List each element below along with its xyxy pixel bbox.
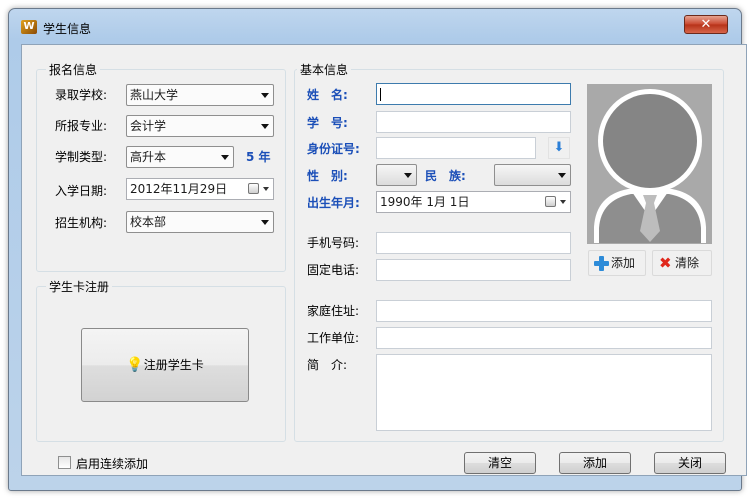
title-bar[interactable]: W 学生信息 ✕: [9, 9, 741, 36]
clear-photo-button[interactable]: ✖ 清除: [652, 250, 712, 276]
student-number-label: 学 号:: [307, 116, 348, 130]
name-field[interactable]: [376, 83, 571, 105]
app-icon: W: [21, 20, 37, 34]
mobile-label: 手机号码:: [307, 236, 360, 250]
study-type-select[interactable]: 高升本: [126, 146, 234, 168]
birth-date-picker[interactable]: 1990年 1月 1日: [376, 191, 571, 213]
landline-field[interactable]: [376, 259, 571, 281]
enroll-date-picker[interactable]: 2012年11月29日: [126, 178, 274, 200]
avatar-placeholder-icon: [588, 85, 711, 243]
study-type-label: 学制类型:: [55, 150, 108, 164]
basic-info-group-label: 基本信息: [297, 61, 352, 78]
enroll-date-value: 2012年11月29日: [130, 182, 228, 196]
birth-date-value: 1990年 1月 1日: [380, 195, 470, 209]
major-select[interactable]: 会计学: [126, 115, 274, 137]
text-caret: [380, 88, 381, 101]
address-field[interactable]: [376, 300, 712, 322]
ethnic-select[interactable]: [494, 164, 571, 186]
school-select[interactable]: 燕山大学: [126, 84, 274, 106]
chevron-down-icon: [558, 173, 566, 178]
student-card-group-label: 学生卡注册: [46, 278, 113, 295]
window-title: 学生信息: [43, 22, 92, 36]
close-button[interactable]: 关闭: [654, 452, 726, 474]
mobile-field[interactable]: [376, 232, 571, 254]
continuous-add-label[interactable]: 启用连续添加: [76, 455, 148, 472]
chevron-down-icon: [261, 124, 269, 129]
gender-label: 性 别:: [307, 169, 348, 183]
student-info-window: W 学生信息 ✕ 报名信息 录取学校: 燕山大学 所报专业: 会计学 学制类型:…: [8, 8, 747, 491]
enroll-date-label: 入学日期:: [55, 184, 108, 198]
chevron-down-icon[interactable]: [560, 200, 566, 204]
add-photo-label: 添加: [611, 256, 636, 270]
photo-frame: [587, 84, 712, 244]
org-select[interactable]: 校本部: [126, 211, 274, 233]
landline-label: 固定电话:: [307, 263, 360, 277]
add-button[interactable]: 添加: [559, 452, 631, 474]
calendar-icon[interactable]: [248, 183, 259, 194]
id-card-label: 身份证号:: [307, 142, 360, 156]
gender-select[interactable]: [376, 164, 417, 186]
enroll-info-group-label: 报名信息: [46, 61, 101, 78]
birth-date-label: 出生年月:: [307, 196, 360, 210]
close-icon: ✖: [659, 254, 672, 272]
chevron-down-icon[interactable]: [263, 187, 269, 191]
id-card-field[interactable]: [376, 137, 536, 159]
name-label: 姓 名:: [307, 88, 348, 102]
register-card-label: 注册学生卡: [143, 358, 204, 372]
work-unit-field[interactable]: [376, 327, 712, 349]
add-photo-button[interactable]: 添加: [588, 250, 646, 276]
continuous-add-checkbox[interactable]: [58, 456, 71, 469]
major-select-value: 会计学: [130, 119, 167, 133]
chevron-down-icon: [404, 173, 412, 178]
calendar-icon[interactable]: [545, 196, 556, 207]
lightbulb-icon: 💡: [126, 357, 144, 373]
school-select-value: 燕山大学: [130, 88, 179, 102]
work-unit-label: 工作单位:: [307, 331, 360, 345]
close-window-button[interactable]: ✕: [684, 15, 728, 34]
student-number-field[interactable]: [376, 111, 571, 133]
years-text: 5 年: [246, 150, 271, 164]
address-label: 家庭住址:: [307, 304, 360, 318]
clear-all-button[interactable]: 清空: [464, 452, 536, 474]
org-select-value: 校本部: [130, 215, 167, 229]
register-card-button[interactable]: 💡注册学生卡: [81, 328, 249, 402]
chevron-down-icon: [261, 220, 269, 225]
chevron-down-icon: [221, 155, 229, 160]
school-label: 录取学校:: [55, 88, 108, 102]
org-label: 招生机构:: [55, 216, 108, 230]
intro-label: 简 介:: [307, 358, 348, 372]
chevron-down-icon: [261, 93, 269, 98]
plus-icon: [594, 256, 609, 271]
study-type-select-value: 高升本: [130, 150, 167, 164]
ethnic-label: 民 族:: [425, 169, 466, 183]
clear-photo-label: 清除: [675, 256, 700, 270]
major-label: 所报专业:: [55, 119, 108, 133]
intro-textarea[interactable]: [376, 354, 712, 431]
arrow-down-icon[interactable]: ⬇: [548, 137, 570, 159]
client-area: 报名信息 录取学校: 燕山大学 所报专业: 会计学 学制类型: 高升本 5 年 …: [21, 44, 747, 476]
